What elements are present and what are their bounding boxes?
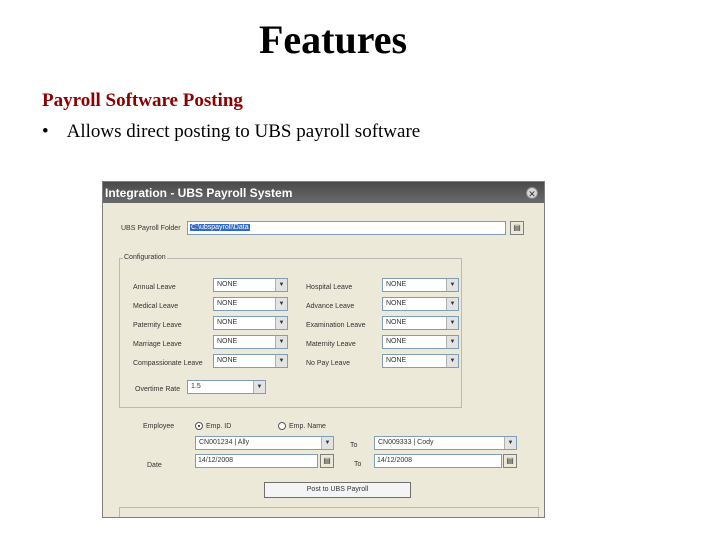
date-label: Date <box>147 462 162 469</box>
annual-leave-select[interactable]: NONE ▼ <box>213 278 288 292</box>
paternity-leave-label: Paternity Leave <box>133 322 182 329</box>
payroll-folder-label: UBS Payroll Folder <box>121 225 181 232</box>
window-body: UBS Payroll Folder C:\ubspayroll\Data ▤ … <box>103 203 544 517</box>
hospital-leave-label: Hospital Leave <box>306 284 353 291</box>
no-pay-leave-select[interactable]: NONE ▼ <box>382 354 459 368</box>
background-stripe <box>420 0 720 12</box>
chevron-down-icon[interactable]: ▼ <box>504 437 516 449</box>
examination-leave-label: Examination Leave <box>306 322 366 329</box>
paternity-leave-select[interactable]: NONE ▼ <box>213 316 288 330</box>
status-panel <box>119 507 539 517</box>
slide-subheading: Payroll Software Posting <box>42 90 243 111</box>
examination-leave-select[interactable]: NONE ▼ <box>382 316 459 330</box>
compassionate-leave-label: Compassionate Leave <box>133 360 203 367</box>
marriage-leave-label: Marriage Leave <box>133 341 182 348</box>
employee-label: Employee <box>143 423 175 430</box>
radio-emp-name[interactable]: Emp. Name <box>278 422 326 430</box>
employee-to-select[interactable]: CN009333 | Cody ▼ <box>374 436 517 450</box>
date-to-label: To <box>354 461 362 468</box>
overtime-rate-label: Overtime Rate <box>135 386 181 393</box>
integration-window: Integration - UBS Payroll System ✕ UBS P… <box>102 181 545 518</box>
advance-leave-select[interactable]: NONE ▼ <box>382 297 459 311</box>
chevron-down-icon[interactable]: ▼ <box>275 298 287 310</box>
chevron-down-icon[interactable]: ▼ <box>446 279 458 291</box>
window-titlebar[interactable]: Integration - UBS Payroll System ✕ <box>103 182 544 203</box>
chevron-down-icon[interactable]: ▼ <box>275 336 287 348</box>
window-title: Integration - UBS Payroll System <box>105 185 293 200</box>
chevron-down-icon[interactable]: ▼ <box>275 317 287 329</box>
post-to-payroll-button[interactable]: Post to UBS Payroll <box>264 482 411 498</box>
close-icon[interactable]: ✕ <box>526 186 538 199</box>
configuration-legend: Configuration <box>123 254 167 261</box>
maternity-leave-select[interactable]: NONE ▼ <box>382 335 459 349</box>
chevron-down-icon[interactable]: ▼ <box>321 437 333 449</box>
bullet-item: • Allows direct posting to UBS payroll s… <box>42 121 420 143</box>
marriage-leave-select[interactable]: NONE ▼ <box>213 335 288 349</box>
medical-leave-select[interactable]: NONE ▼ <box>213 297 288 311</box>
chevron-down-icon[interactable]: ▼ <box>446 336 458 348</box>
hospital-leave-select[interactable]: NONE ▼ <box>382 278 459 292</box>
maternity-leave-label: Maternity Leave <box>306 341 356 348</box>
employee-from-select[interactable]: CN001234 | Ally ▼ <box>195 436 334 450</box>
advance-leave-label: Advance Leave <box>306 303 355 310</box>
radio-dot-icon[interactable] <box>195 422 203 430</box>
chevron-down-icon[interactable]: ▼ <box>446 317 458 329</box>
date-from-input[interactable]: 14/12/2008 <box>195 454 318 468</box>
chevron-down-icon[interactable]: ▼ <box>446 355 458 367</box>
chevron-down-icon[interactable]: ▼ <box>253 381 265 393</box>
chevron-down-icon[interactable]: ▼ <box>275 279 287 291</box>
employee-to-label: To <box>350 442 358 449</box>
bullet-symbol: • <box>42 121 49 142</box>
compassionate-leave-select[interactable]: NONE ▼ <box>213 354 288 368</box>
no-pay-leave-label: No Pay Leave <box>306 360 350 367</box>
payroll-folder-input[interactable]: C:\ubspayroll\Data <box>187 221 506 235</box>
medical-leave-label: Medical Leave <box>133 303 179 310</box>
bullet-text: Allows direct posting to UBS payroll sof… <box>66 121 421 142</box>
radio-emp-id[interactable]: Emp. ID <box>195 422 231 430</box>
chevron-down-icon[interactable]: ▼ <box>446 298 458 310</box>
overtime-rate-select[interactable]: 1.5 ▼ <box>187 380 266 394</box>
date-to-input[interactable]: 14/12/2008 <box>374 454 502 468</box>
calendar-icon[interactable]: ▤ <box>503 454 517 468</box>
calendar-icon[interactable]: ▤ <box>320 454 334 468</box>
chevron-down-icon[interactable]: ▼ <box>275 355 287 367</box>
annual-leave-label: Annual Leave <box>133 284 176 291</box>
radio-dot-icon[interactable] <box>278 422 286 430</box>
folder-browse-icon[interactable]: ▤ <box>510 221 524 235</box>
slide-title: Features <box>258 17 408 62</box>
